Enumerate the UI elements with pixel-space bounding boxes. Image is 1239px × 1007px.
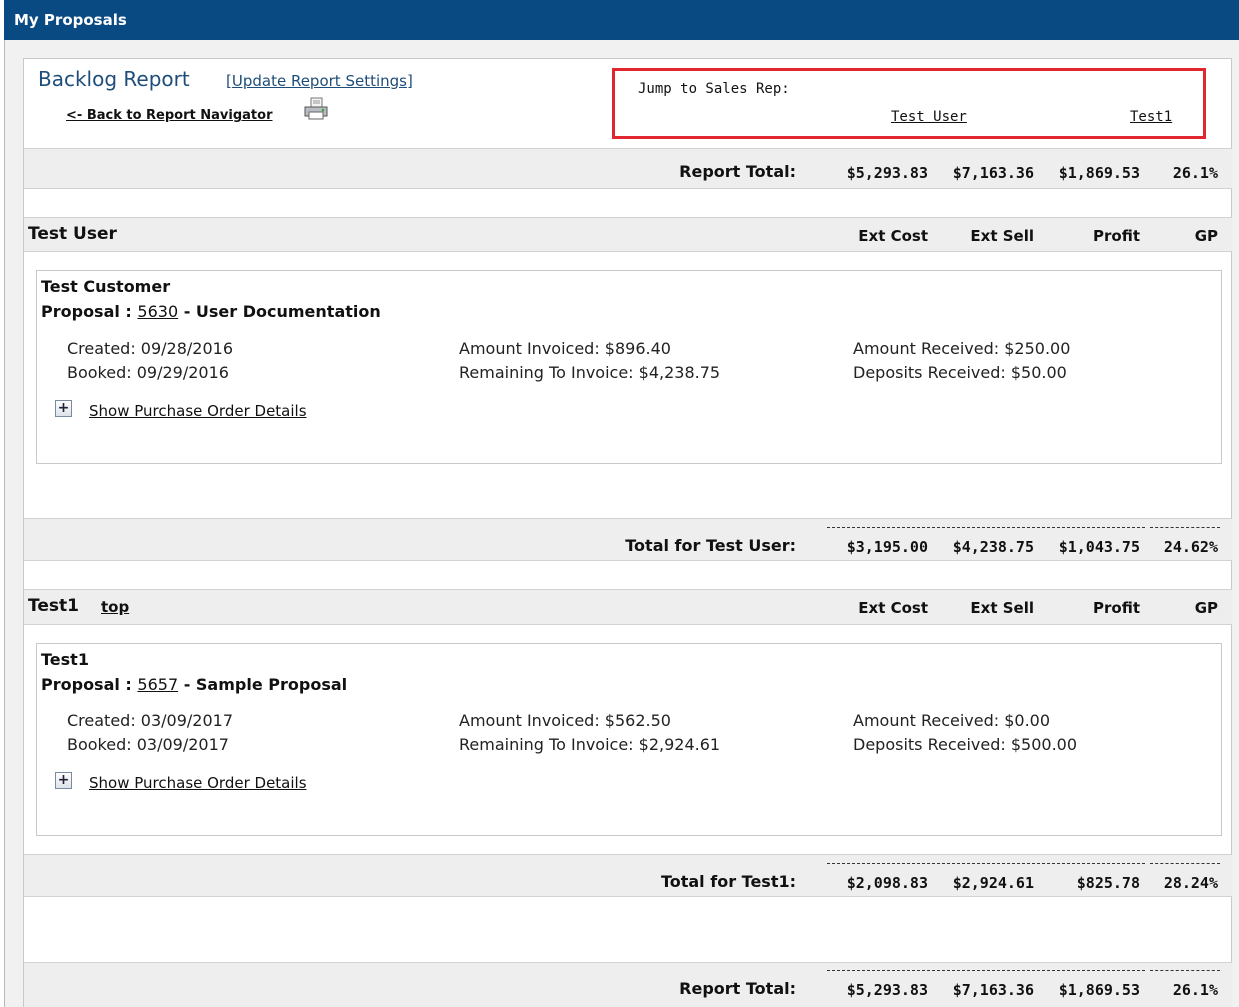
back-to-report-navigator-link[interactable]: <- Back to Report Navigator: [66, 108, 272, 123]
booked-date: Booked: 03/09/2017: [67, 735, 229, 754]
top-link[interactable]: top: [101, 598, 129, 616]
amount-received: Amount Received: $250.00: [853, 339, 1071, 358]
rep-total-band-test-user: Total for Test User: $3,195.00 $4,238.75…: [24, 518, 1232, 561]
jump-label: Jump to Sales Rep:: [638, 81, 790, 97]
report-total-gp: 26.1%: [1172, 981, 1218, 999]
proposal-title: - User Documentation: [178, 302, 381, 321]
rep-header-test-user: Test User Ext Cost Ext Sell Profit GP: [24, 217, 1232, 252]
jump-link-test1[interactable]: Test1: [1130, 109, 1172, 125]
expand-plus-icon[interactable]: +: [55, 772, 72, 789]
jump-to-sales-rep-box: Jump to Sales Rep: Test User Test1: [612, 68, 1206, 139]
amount-invoiced: Amount Invoiced: $562.50: [459, 711, 671, 730]
rep-total-ext-sell: $2,924.61: [952, 874, 1034, 892]
printer-icon[interactable]: [303, 97, 329, 121]
rep-total-band-test1: Total for Test1: $2,098.83 $2,924.61 $82…: [24, 854, 1232, 897]
show-purchase-order-details-link[interactable]: Show Purchase Order Details: [89, 774, 307, 792]
report-total-ext-sell: $7,163.36: [952, 164, 1034, 182]
total-dash-line: [827, 970, 1145, 971]
col-profit: Profit: [1093, 227, 1140, 245]
expand-plus-icon[interactable]: +: [55, 400, 72, 417]
report-total-label: Report Total:: [679, 162, 796, 181]
report-total-ext-cost: $5,293.83: [846, 164, 928, 182]
remaining-to-invoice: Remaining To Invoice: $2,924.61: [459, 735, 721, 754]
total-dash-line-gp: [1150, 970, 1220, 971]
report-total-profit: $1,869.53: [1058, 164, 1140, 182]
window-title: My Proposals: [4, 0, 1239, 40]
jump-link-test-user[interactable]: Test User: [891, 109, 967, 125]
proposal-line: Proposal : 5657 - Sample Proposal: [41, 675, 347, 694]
rep-total-gp: 28.24%: [1163, 874, 1218, 892]
report-total-ext-cost: $5,293.83: [846, 981, 928, 999]
customer-name: Test Customer: [41, 277, 171, 296]
total-dash-line: [827, 527, 1145, 528]
report-total-ext-sell: $7,163.36: [952, 981, 1034, 999]
report-total-label: Report Total:: [679, 979, 796, 998]
total-dash-line-gp: [1150, 863, 1220, 864]
rep-total-ext-cost: $3,195.00: [846, 538, 928, 556]
report-total-profit: $1,869.53: [1058, 981, 1140, 999]
report-total-top-band: Report Total: $5,293.83 $7,163.36 $1,869…: [24, 148, 1232, 189]
rep-total-label: Total for Test User:: [625, 536, 796, 555]
remaining-to-invoice: Remaining To Invoice: $4,238.75: [459, 363, 721, 382]
customer-name: Test1: [41, 650, 89, 669]
amount-invoiced: Amount Invoiced: $896.40: [459, 339, 671, 358]
created-date: Created: 09/28/2016: [67, 339, 234, 358]
proposal-card: Test1 Proposal : 5657 - Sample Proposal …: [36, 643, 1222, 836]
rep-total-ext-cost: $2,098.83: [846, 874, 928, 892]
created-date: Created: 03/09/2017: [67, 711, 234, 730]
col-profit: Profit: [1093, 599, 1140, 617]
rep-name: Test User: [28, 224, 117, 244]
proposal-prefix: Proposal :: [41, 675, 138, 694]
col-gp: GP: [1194, 227, 1218, 245]
col-ext-cost: Ext Cost: [858, 227, 928, 245]
proposal-number-link[interactable]: 5657: [137, 675, 178, 694]
show-purchase-order-details-link[interactable]: Show Purchase Order Details: [89, 402, 307, 420]
total-dash-line-gp: [1150, 527, 1220, 528]
proposal-title: - Sample Proposal: [178, 675, 348, 694]
report-total-bottom-band: Report Total: $5,293.83 $7,163.36 $1,869…: [24, 962, 1232, 1007]
col-ext-sell: Ext Sell: [970, 599, 1034, 617]
rep-total-profit: $825.78: [1076, 874, 1140, 892]
total-dash-line: [827, 863, 1145, 864]
col-gp: GP: [1194, 599, 1218, 617]
proposal-line: Proposal : 5630 - User Documentation: [41, 302, 381, 321]
update-report-settings-link[interactable]: Update Report Settings: [232, 72, 407, 90]
proposal-card: Test Customer Proposal : 5630 - User Doc…: [36, 270, 1222, 464]
rep-total-label: Total for Test1:: [660, 872, 796, 891]
rep-total-profit: $1,043.75: [1058, 538, 1140, 556]
rep-header-test1: Test1 top Ext Cost Ext Sell Profit GP: [24, 589, 1232, 625]
col-ext-cost: Ext Cost: [858, 599, 928, 617]
rep-name: Test1: [28, 596, 79, 616]
report-title: Backlog Report: [38, 67, 190, 91]
col-ext-sell: Ext Sell: [970, 227, 1034, 245]
report-total-gp: 26.1%: [1172, 164, 1218, 182]
update-settings-link-wrapper: [Update Report Settings]: [226, 72, 413, 90]
deposits-received: Deposits Received: $500.00: [853, 735, 1078, 754]
booked-date: Booked: 09/29/2016: [67, 363, 229, 382]
rep-total-ext-sell: $4,238.75: [952, 538, 1034, 556]
amount-received: Amount Received: $0.00: [853, 711, 1051, 730]
rep-total-gp: 24.62%: [1163, 538, 1218, 556]
proposal-prefix: Proposal :: [41, 302, 138, 321]
deposits-received: Deposits Received: $50.00: [853, 363, 1067, 382]
bracket-close: ]: [406, 72, 413, 90]
proposal-number-link[interactable]: 5630: [137, 302, 178, 321]
